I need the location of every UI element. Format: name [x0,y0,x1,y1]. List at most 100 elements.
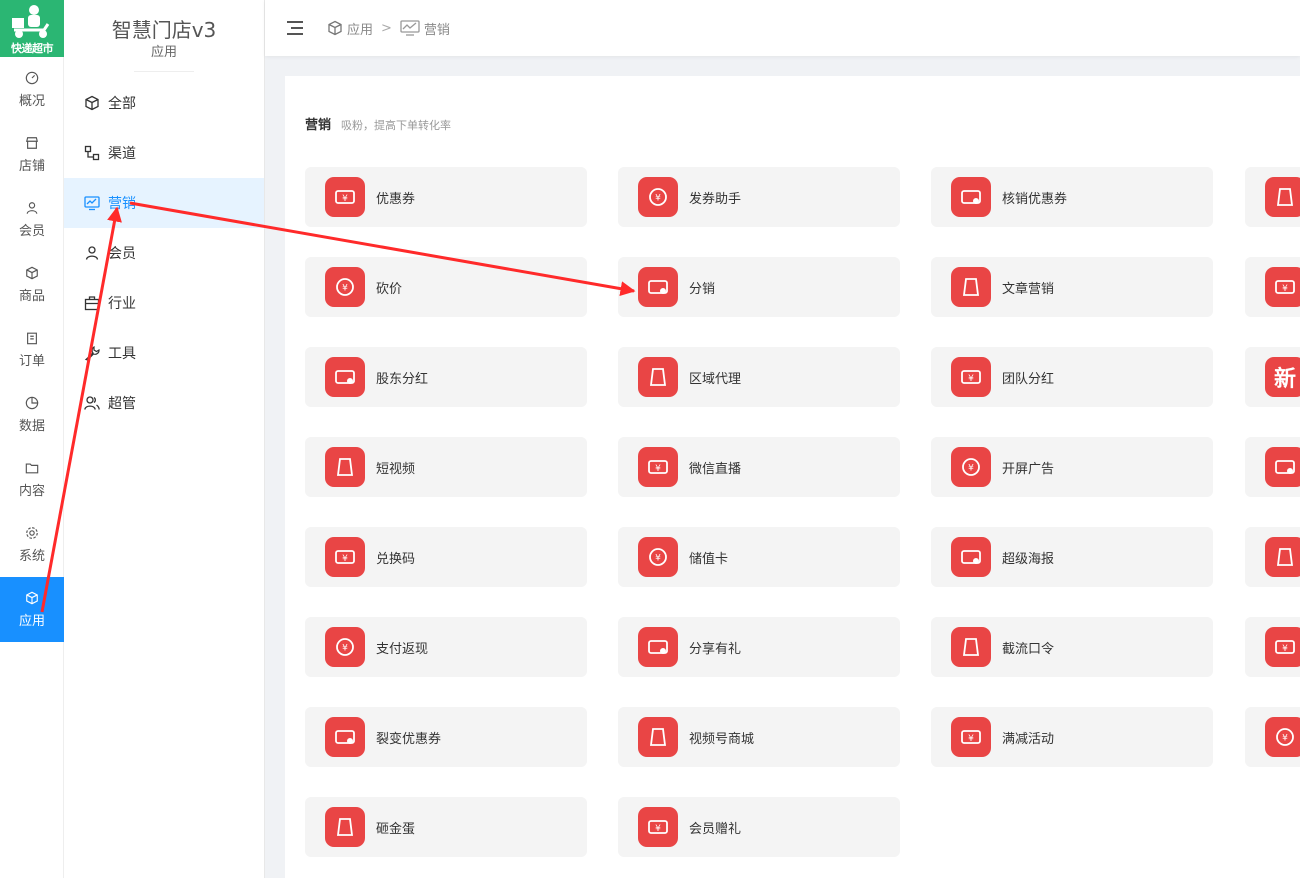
rail-label: 店铺 [18,158,45,174]
app-tile-label: 砸金蛋 [376,821,416,837]
monitor-chart-icon [400,20,420,36]
rail-item-data[interactable]: 数据 [0,382,64,447]
app-tile[interactable]: 文章营销 [931,257,1213,317]
app-tile-icon [325,357,365,397]
subnav-item-all[interactable]: 全部 [64,78,264,128]
app-tile[interactable]: 区域代理 [618,347,900,407]
dashboard-icon [25,71,39,84]
app-tile[interactable]: ¥ 开屏广告 [931,437,1213,497]
subnav-item-marketing[interactable]: 营销 [64,178,264,228]
app-tile[interactable]: 分享有礼 [618,617,900,677]
breadcrumb: 应用 > 营销 [327,19,450,38]
cube-icon [328,20,342,36]
app-tile[interactable]: ¥ 兑换码 [305,527,587,587]
rail-item-content[interactable]: 内容 [0,447,64,512]
pie-icon [25,396,39,409]
app-tile-label: 文章营销 [1002,281,1055,297]
app-tile[interactable]: ¥ [1245,707,1300,767]
app-tile-icon [638,357,678,397]
app-tile[interactable]: ¥ [1245,617,1300,677]
svg-text:¥: ¥ [968,464,974,474]
logo-text: 快递超市 [11,42,54,55]
channel-icon [84,145,100,161]
app-tile-label: 砍价 [376,281,403,297]
app-tile[interactable]: ¥ [1245,257,1300,317]
subnav-label: 工具 [108,346,136,362]
app-tile[interactable]: 新 [1245,347,1300,407]
app-tile-icon [325,447,365,487]
monitor-chart-icon [84,196,100,211]
app-tile-label: 满减活动 [1002,731,1055,747]
app-tile[interactable] [1245,527,1300,587]
app-tile[interactable]: ¥ 满减活动 [931,707,1213,767]
breadcrumb-separator: > [381,20,392,36]
app-tile[interactable]: 股东分红 [305,347,587,407]
app-tile-label: 支付返现 [376,641,429,657]
rail-label: 内容 [18,483,45,499]
app-tile-label: 优惠券 [376,191,416,207]
breadcrumb-current: 营销 [423,22,450,38]
rail-item-apps[interactable]: 应用 [0,577,64,642]
app-tile-icon [1265,447,1300,487]
app-tile-icon: ¥ [951,447,991,487]
rail-item-goods[interactable]: 商品 [0,252,64,317]
app-tile-label: 会员赠礼 [689,821,742,837]
app-tile[interactable]: ¥ 优惠券 [305,167,587,227]
rail-label: 概况 [18,93,45,109]
app-tile[interactable]: ¥ 砍价 [305,257,587,317]
subnav-item-member[interactable]: 会员 [64,228,264,278]
app-tile[interactable]: ¥ 储值卡 [618,527,900,587]
icon-rail: 快递超市 概况 店铺 会员 商品 订单 数据 内容 系统 应用 [0,0,64,878]
rail-label: 商品 [18,288,45,304]
app-tile-icon: ¥ [325,627,365,667]
app-tile[interactable]: ¥ 支付返现 [305,617,587,677]
subnav-label: 超管 [108,396,136,412]
subnav-item-industry[interactable]: 行业 [64,278,264,328]
rail-item-store[interactable]: 店铺 [0,122,64,187]
subnav-label: 行业 [108,296,136,312]
app-tile[interactable]: 核销优惠券 [931,167,1213,227]
rail-item-orders[interactable]: 订单 [0,317,64,382]
breadcrumb-apps[interactable]: 应用 [347,19,373,38]
app-tile[interactable]: 视频号商城 [618,707,900,767]
clipboard-icon [27,332,37,344]
subnav-label: 渠道 [108,146,136,162]
app-tile[interactable]: 截流口令 [931,617,1213,677]
delivery-scooter-icon [12,5,50,38]
cube-icon [26,591,38,604]
app-tile[interactable] [1245,167,1300,227]
app-tile[interactable] [1245,437,1300,497]
briefcase-icon [84,296,100,311]
subnav-item-tools[interactable]: 工具 [64,328,264,378]
app-tile-icon [951,177,991,217]
app-tile[interactable]: 裂变优惠券 [305,707,587,767]
app-tile-icon [638,717,678,757]
rail-label: 系统 [18,548,45,564]
app-tile[interactable]: 砸金蛋 [305,797,587,857]
user-icon [26,201,38,214]
subnav-item-superadmin[interactable]: 超管 [64,378,264,428]
app-tile-icon [325,717,365,757]
rail-item-overview[interactable]: 概况 [0,57,64,122]
app-tile[interactable]: ¥ 会员赠礼 [618,797,900,857]
app-tile-icon [1265,177,1300,217]
top-header: 应用 > 营销 [265,0,1300,56]
app-tile[interactable]: ¥ 发券助手 [618,167,900,227]
store-icon [26,136,38,149]
cube-icon [26,266,38,279]
menu-toggle-icon[interactable] [287,21,303,35]
rail-item-member[interactable]: 会员 [0,187,64,252]
app-tile-icon: 新 [1265,357,1300,397]
app-tile[interactable]: ¥ 微信直播 [618,437,900,497]
rail-item-system[interactable]: 系统 [0,512,64,577]
subnav-item-channel[interactable]: 渠道 [64,128,264,178]
app-tile-icon [951,627,991,667]
app-tile[interactable]: 超级海报 [931,527,1213,587]
app-tile-icon: ¥ [1265,717,1300,757]
app-tile[interactable]: 短视频 [305,437,587,497]
app-tile[interactable]: 分销 [618,257,900,317]
user-icon [85,246,99,260]
app-tile[interactable]: ¥ 团队分红 [931,347,1213,407]
svg-text:¥: ¥ [342,194,348,204]
store-logo[interactable]: 快递超市 [0,0,64,57]
